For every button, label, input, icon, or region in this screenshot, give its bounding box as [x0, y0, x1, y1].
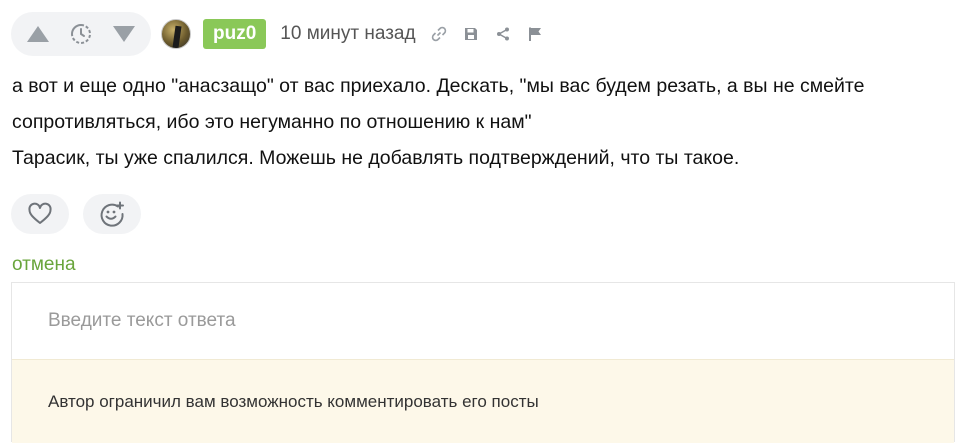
share-icon — [496, 27, 509, 41]
add-reaction-button[interactable] — [83, 194, 141, 234]
reply-form: Введите текст ответа Автор ограничил вам… — [11, 282, 955, 443]
share-button[interactable] — [494, 25, 512, 43]
link-icon — [431, 26, 446, 42]
flag-icon — [528, 27, 541, 41]
comment-restriction-notice: Автор ограничил вам возможность комменти… — [12, 359, 954, 443]
save-icon — [464, 28, 477, 40]
heart-icon — [28, 202, 52, 224]
like-button[interactable] — [11, 194, 69, 234]
comment-header: puz0 10 минут назад — [11, 12, 544, 56]
author-avatar[interactable] — [161, 19, 191, 49]
link-button[interactable] — [430, 25, 448, 43]
triangle-down-icon — [112, 26, 135, 42]
comment-body: а вот и еще одно "анасзащо" от вас приех… — [12, 68, 952, 176]
smiley-plus-icon — [100, 201, 124, 227]
clock-icon — [70, 24, 91, 44]
cancel-reply-link[interactable]: отмена — [12, 254, 76, 276]
downvote-button[interactable] — [109, 19, 139, 49]
triangle-up-icon — [27, 26, 50, 42]
author-name[interactable]: puz0 — [203, 19, 267, 49]
save-button[interactable] — [462, 25, 480, 43]
report-button[interactable] — [526, 25, 544, 43]
upvote-button[interactable] — [23, 19, 53, 49]
comment-actions — [430, 25, 544, 43]
vote-controls — [11, 12, 151, 56]
comment-paragraph: Тарасик, ты уже спалился. Можешь не доба… — [12, 147, 740, 169]
comment-paragraph: а вот и еще одно "анасзащо" от вас приех… — [12, 75, 865, 133]
reply-input[interactable]: Введите текст ответа — [12, 283, 954, 359]
reaction-bar — [11, 194, 141, 234]
comment-time[interactable]: 10 минут назад — [280, 23, 415, 45]
rating-timer — [66, 19, 96, 49]
